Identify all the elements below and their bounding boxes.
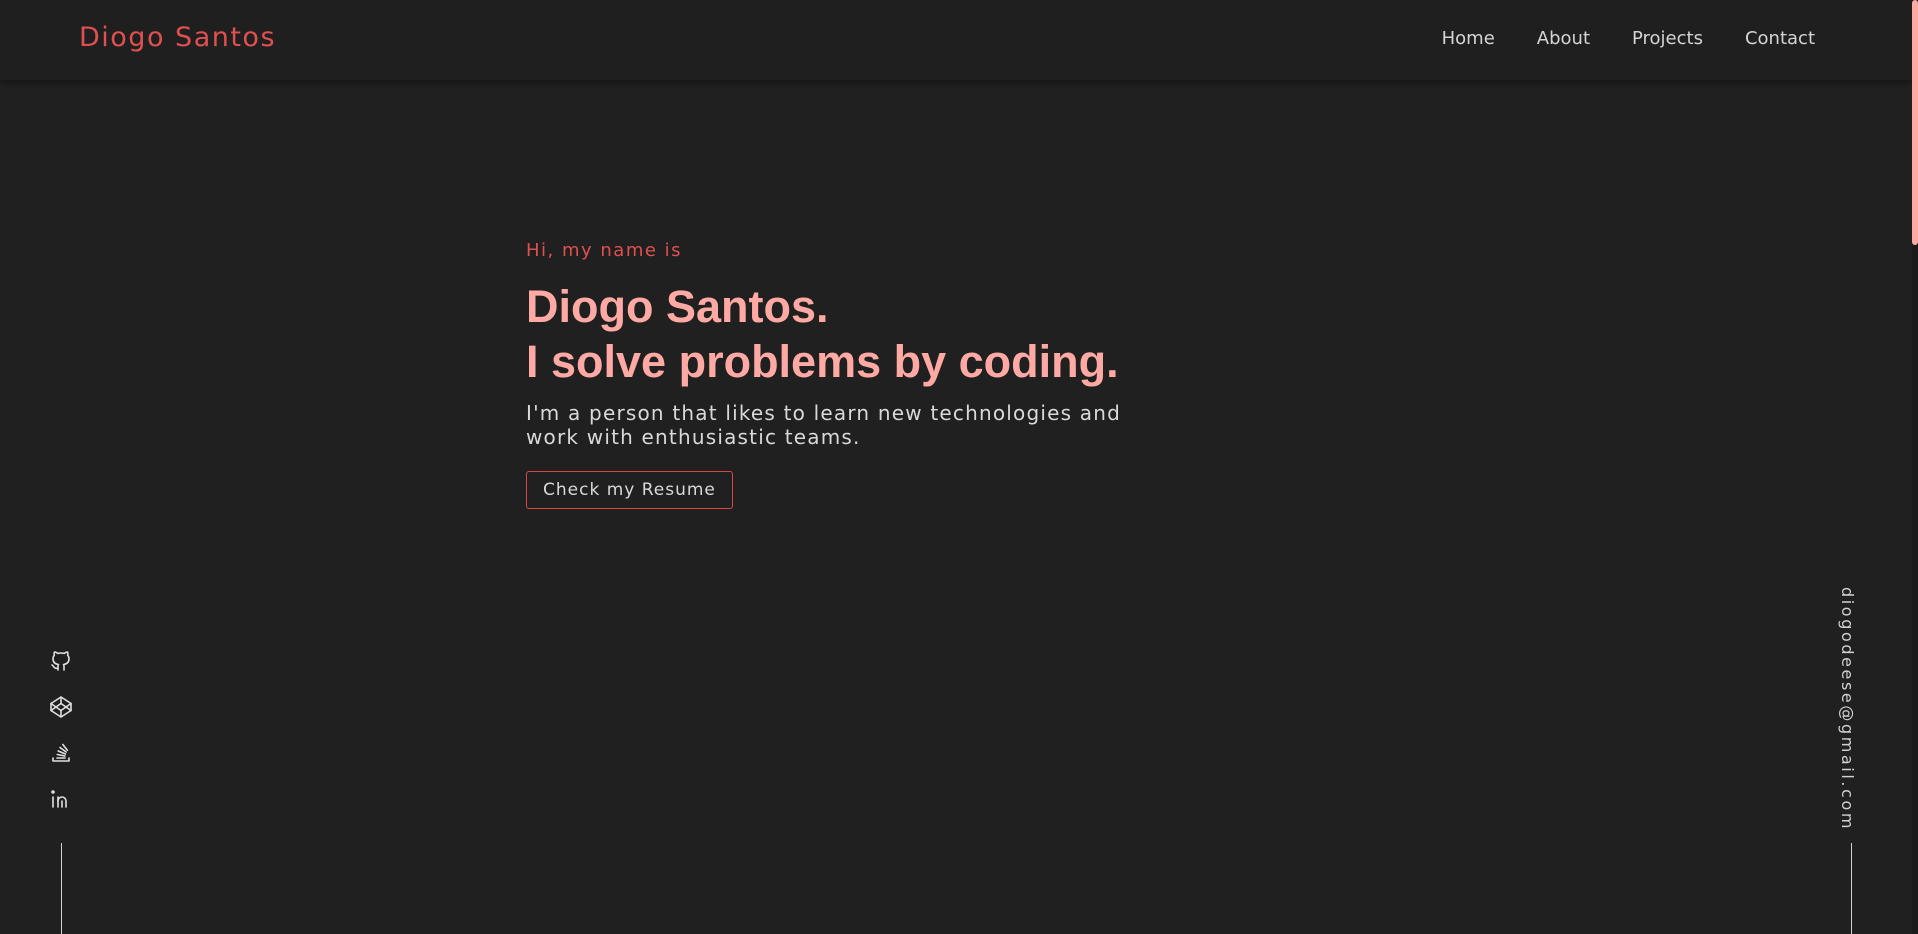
hero-section: Hi, my name is Diogo Santos. I solve pro… [526, 240, 1226, 509]
hero-name: Diogo Santos. [526, 281, 829, 332]
left-divider-line [61, 843, 62, 934]
resume-button[interactable]: Check my Resume [526, 471, 733, 509]
logo[interactable]: Diogo Santos [79, 22, 276, 53]
social-links [47, 648, 75, 812]
nav-projects[interactable]: Projects [1632, 28, 1703, 49]
codepen-icon [50, 696, 72, 718]
stackoverflow-link[interactable] [48, 740, 74, 766]
stackoverflow-icon [52, 743, 70, 762]
right-divider-line [1851, 843, 1852, 934]
navbar: Diogo Santos Home About Projects Contact [0, 0, 1912, 81]
nav-contact[interactable]: Contact [1745, 28, 1815, 49]
nav-about[interactable]: About [1537, 28, 1590, 49]
greeting: Hi, my name is [526, 240, 683, 261]
linkedin-link[interactable] [48, 786, 74, 812]
nav-home[interactable]: Home [1442, 28, 1495, 49]
nav-links: Home About Projects Contact [1442, 28, 1815, 49]
linkedin-icon [51, 790, 67, 808]
scrollbar[interactable] [1912, 0, 1918, 934]
hero-description: I'm a person that likes to learn new tec… [526, 401, 1122, 449]
hero-headline: Diogo Santos. I solve problems by coding… [526, 279, 1226, 389]
scrollbar-thumb[interactable] [1912, 0, 1918, 245]
page: Diogo Santos Home About Projects Contact… [0, 0, 1918, 934]
github-link[interactable] [48, 648, 74, 674]
codepen-link[interactable] [48, 694, 74, 720]
hero-tagline-heading: I solve problems by coding. [526, 336, 1119, 387]
github-icon [51, 651, 70, 671]
email-link[interactable]: diogodeese@gmail.com [1838, 587, 1857, 831]
